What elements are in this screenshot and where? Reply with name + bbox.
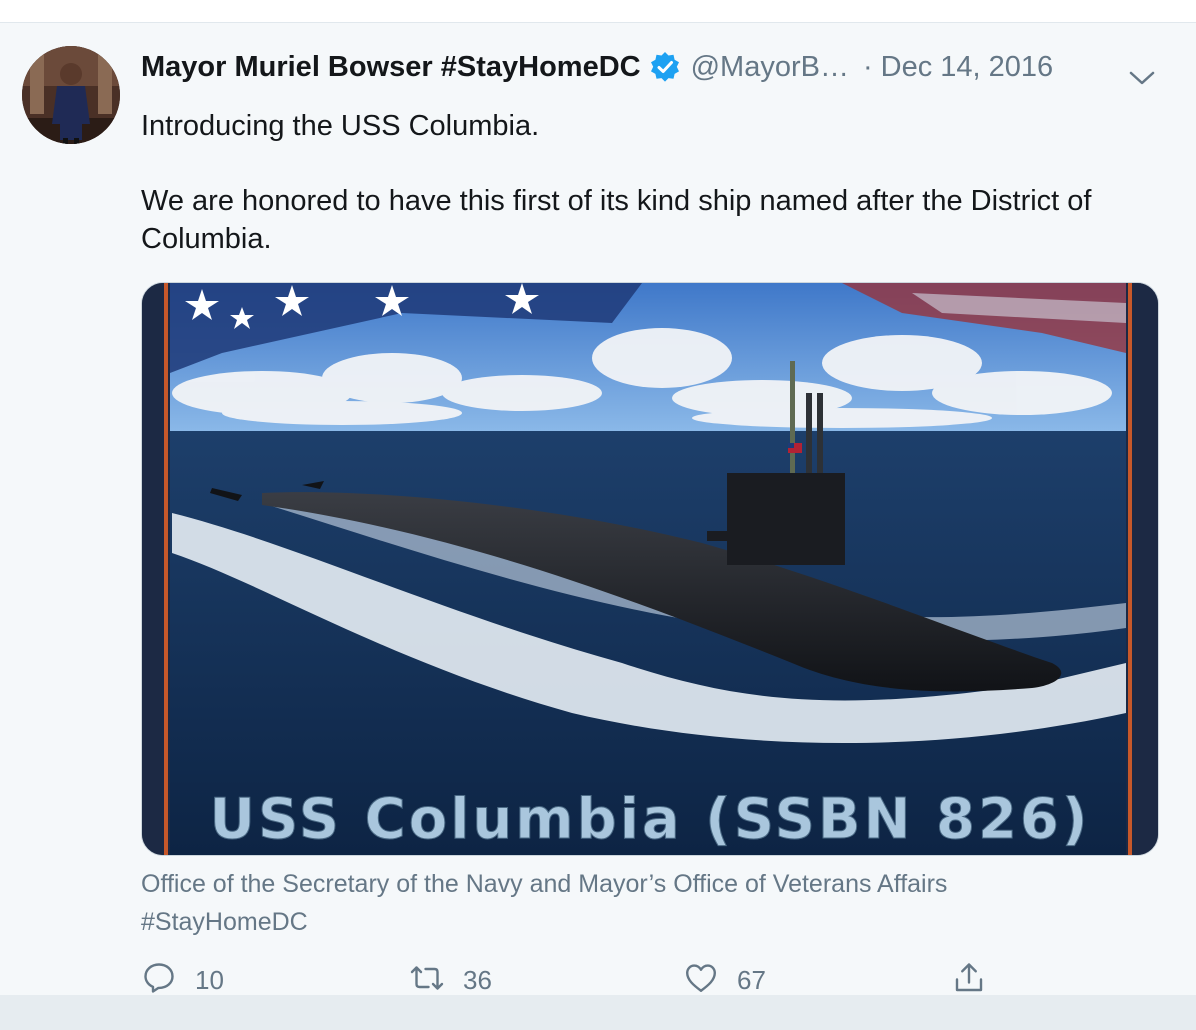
tweet-text-line: We are honored to have this first of its…: [141, 185, 1092, 255]
reply-count: 10: [195, 964, 224, 995]
author-name[interactable]: Mayor Muriel Bowser #StayHomeDC: [141, 51, 641, 84]
avatar[interactable]: [22, 46, 120, 144]
caption-line: Office of the Secretary of the Navy and …: [141, 870, 948, 898]
media-banner-text: USS Columbia (SSBN 826): [210, 787, 1091, 852]
separator-dot: ·: [862, 50, 873, 83]
tweet-text: Introducing the USS Columbia. We are hon…: [141, 107, 1151, 258]
author-handle[interactable]: @MayorB…: [691, 51, 849, 84]
tweet-card[interactable]: Mayor Muriel Bowser #StayHomeDC @MayorB……: [0, 22, 1196, 996]
caption-hashtag[interactable]: #StayHomeDC: [141, 903, 1151, 941]
tweet-text-line: Introducing the USS Columbia.: [141, 110, 540, 142]
bottom-strip: [0, 995, 1196, 1030]
tweet-date[interactable]: Dec 14, 2016: [881, 51, 1054, 84]
media-caption: Office of the Secretary of the Navy and …: [141, 865, 1151, 941]
tweet-media-image[interactable]: USS Columbia (SSBN 826): [141, 282, 1159, 856]
tweet-header: Mayor Muriel Bowser #StayHomeDC @MayorB……: [141, 47, 1053, 87]
verified-badge-icon: [649, 51, 681, 83]
chevron-down-icon[interactable]: [1128, 69, 1156, 89]
retweet-count: 36: [463, 964, 492, 995]
like-count: 67: [737, 964, 766, 995]
top-strip: [0, 0, 1196, 22]
